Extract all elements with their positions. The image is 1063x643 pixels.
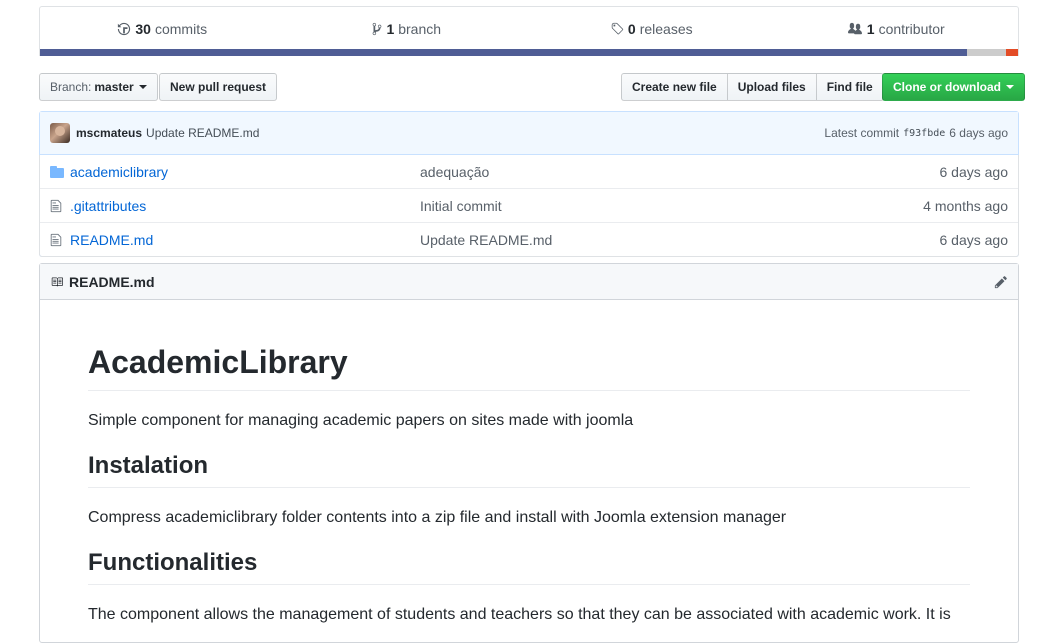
file-age: 6 days ago <box>939 231 1009 248</box>
releases-label: releases <box>639 20 693 37</box>
section-text: The component allows the management of s… <box>88 606 951 623</box>
commits-count: 30 <box>135 20 151 37</box>
branch-icon <box>373 22 382 35</box>
readme-intro: Simple component for managing academic p… <box>88 412 634 429</box>
contributors-count: 1 <box>866 20 875 37</box>
folder-icon <box>50 165 64 179</box>
file-age: 6 days ago <box>939 163 1009 180</box>
readme-filename: README.md <box>69 273 155 290</box>
latest-commit-info: Latest commit f93fbde 6 days ago <box>824 126 1008 140</box>
create-new-file-button[interactable]: Create new file <box>621 73 728 101</box>
readme-header: README.md <box>40 264 1018 300</box>
language-segment[interactable] <box>967 49 1007 56</box>
book-icon <box>50 276 64 288</box>
file-name-link[interactable]: academiclibrary <box>70 164 420 180</box>
section-heading: Instalation <box>88 451 970 488</box>
readme-article: AcademicLibrary Simple component for man… <box>40 342 1018 627</box>
file-icon <box>50 233 64 247</box>
caret-down-icon <box>138 85 147 89</box>
clone-or-download-label: Clone or download <box>893 80 1001 94</box>
file-navigation: Branch: master New pull request Create n… <box>39 73 1025 102</box>
section-text: Compress academiclibrary folder contents… <box>88 509 787 526</box>
contributors-label: contributor <box>878 20 945 37</box>
readme-box: README.md AcademicLibrary Simple compone… <box>39 263 1019 643</box>
releases-link[interactable]: 0 releases <box>529 21 774 37</box>
upload-files-button[interactable]: Upload files <box>726 73 817 101</box>
commit-age: 6 days ago <box>949 126 1008 140</box>
file-name-link[interactable]: .gitattributes <box>70 198 420 214</box>
file-icon <box>50 199 64 213</box>
branches-label: branch <box>398 20 442 37</box>
latest-commit-bar: mscmateus Update README.md Latest commit… <box>40 112 1018 155</box>
readme-title: AcademicLibrary <box>88 342 970 391</box>
find-file-button[interactable]: Find file <box>815 73 884 101</box>
table-row: .gitattributes Initial commit 4 months a… <box>40 188 1018 222</box>
commits-link[interactable]: 30 commits <box>40 21 285 37</box>
contributors-link[interactable]: 1 contributor <box>774 21 1019 37</box>
avatar[interactable] <box>50 123 70 143</box>
language-segment[interactable] <box>40 49 968 56</box>
new-pull-request-button[interactable]: New pull request <box>159 73 278 101</box>
file-table: mscmateus Update README.md Latest commit… <box>39 111 1019 257</box>
latest-commit-label: Latest commit <box>824 126 900 140</box>
file-name-link[interactable]: README.md <box>70 232 420 248</box>
file-commit-message[interactable]: Initial commit <box>420 198 820 214</box>
repo-summary: 30 commits 1 branch 0 releases 1 contrib… <box>39 6 1019 56</box>
table-row: academiclibrary adequação 6 days ago <box>40 155 1018 188</box>
caret-down-icon <box>1006 85 1014 89</box>
releases-count: 0 <box>627 20 636 37</box>
history-icon <box>118 22 131 35</box>
pencil-icon[interactable] <box>994 275 1008 289</box>
file-commit-message[interactable]: Update README.md <box>420 232 820 248</box>
clone-or-download-button[interactable]: Clone or download <box>882 73 1025 101</box>
language-bar[interactable] <box>40 49 1018 56</box>
commit-sha[interactable]: f93fbde <box>903 128 945 139</box>
language-segment[interactable] <box>1006 49 1018 56</box>
tag-icon <box>611 22 624 34</box>
branches-link[interactable]: 1 branch <box>285 21 530 37</box>
commit-message[interactable]: Update README.md <box>146 126 259 140</box>
file-list: academiclibrary adequação 6 days ago .gi… <box>39 155 1019 257</box>
file-commit-message[interactable]: adequação <box>420 164 820 180</box>
file-actions-group: Create new file Upload files Find file <box>621 73 884 101</box>
people-icon <box>847 22 862 34</box>
branch-select-button[interactable]: Branch: master <box>39 73 158 101</box>
file-age: 4 months ago <box>923 197 1008 214</box>
branch-name: master <box>94 80 134 94</box>
table-row: README.md Update README.md 6 days ago <box>40 222 1018 256</box>
section-heading: Functionalities <box>88 548 970 585</box>
branches-count: 1 <box>386 20 395 37</box>
branch-prefix: Branch: <box>50 80 92 94</box>
commit-author[interactable]: mscmateus <box>76 126 142 140</box>
commits-label: commits <box>154 20 208 37</box>
